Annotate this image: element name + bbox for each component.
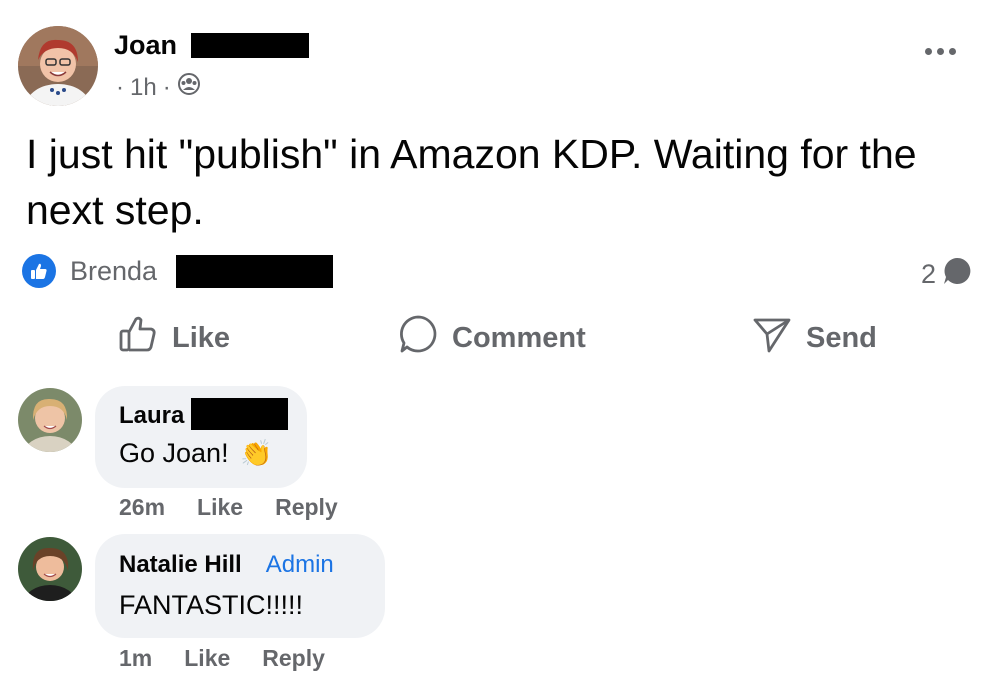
comment-count[interactable]: 2 [921, 256, 972, 293]
redacted-surname [191, 33, 309, 58]
clapping-hands-emoji: 👏 [240, 438, 273, 468]
comment-author-name[interactable]: Laura [119, 402, 184, 430]
more-options-icon[interactable] [925, 48, 956, 55]
post-author-avatar[interactable] [18, 26, 98, 106]
comment-bubble-icon [942, 256, 972, 293]
post-author-name[interactable]: Joan [114, 28, 177, 62]
comment-text-value: Go Joan! [119, 438, 229, 468]
comment-text: Go Joan! 👏 [119, 438, 272, 469]
meta-dot: · [116, 74, 124, 101]
send-icon [752, 314, 792, 362]
action-bar: Like Comment Send [0, 312, 992, 364]
post-time[interactable]: 1h [130, 73, 157, 103]
comment-label: Comment [452, 321, 586, 354]
comment-author-name[interactable]: Natalie Hill Admin [119, 551, 334, 579]
post-text: I just hit "publish" in Amazon KDP. Wait… [26, 131, 917, 233]
send-label: Send [806, 321, 877, 354]
post-meta: · 1h · [116, 72, 201, 104]
group-icon [177, 72, 201, 104]
reaction-summary[interactable]: Brenda [22, 254, 157, 288]
comment-meta: 1m Like Reply [119, 645, 325, 672]
comment-time[interactable]: 1m [119, 645, 152, 672]
comment-author-avatar[interactable] [18, 388, 82, 452]
comment-text: FANTASTIC!!!!! [119, 590, 304, 620]
comment-like-button[interactable]: Like [197, 494, 243, 521]
send-button[interactable]: Send [752, 312, 877, 364]
comment-reply-button[interactable]: Reply [262, 645, 325, 672]
thumbs-up-icon [118, 314, 158, 362]
comment-time[interactable]: 26m [119, 494, 165, 521]
comment-button[interactable]: Comment [398, 312, 586, 364]
comment-like-button[interactable]: Like [184, 645, 230, 672]
reactor-name: Brenda [70, 255, 158, 286]
comment-icon [398, 314, 438, 362]
comment-count-value: 2 [920, 259, 936, 289]
like-label: Like [172, 321, 231, 354]
redacted-surname [176, 255, 333, 288]
like-reaction-icon [22, 254, 56, 288]
comment-author-name-text: Natalie Hill [119, 551, 242, 578]
redacted-surname [191, 398, 288, 430]
admin-badge: Admin [265, 551, 334, 578]
meta-dot: · [162, 74, 171, 101]
comment-bubble[interactable] [95, 534, 385, 638]
comment-meta: 26m Like Reply [119, 494, 338, 521]
like-button[interactable]: Like [118, 312, 230, 364]
comment-reply-button[interactable]: Reply [275, 494, 338, 521]
comment-author-avatar[interactable] [18, 537, 82, 601]
